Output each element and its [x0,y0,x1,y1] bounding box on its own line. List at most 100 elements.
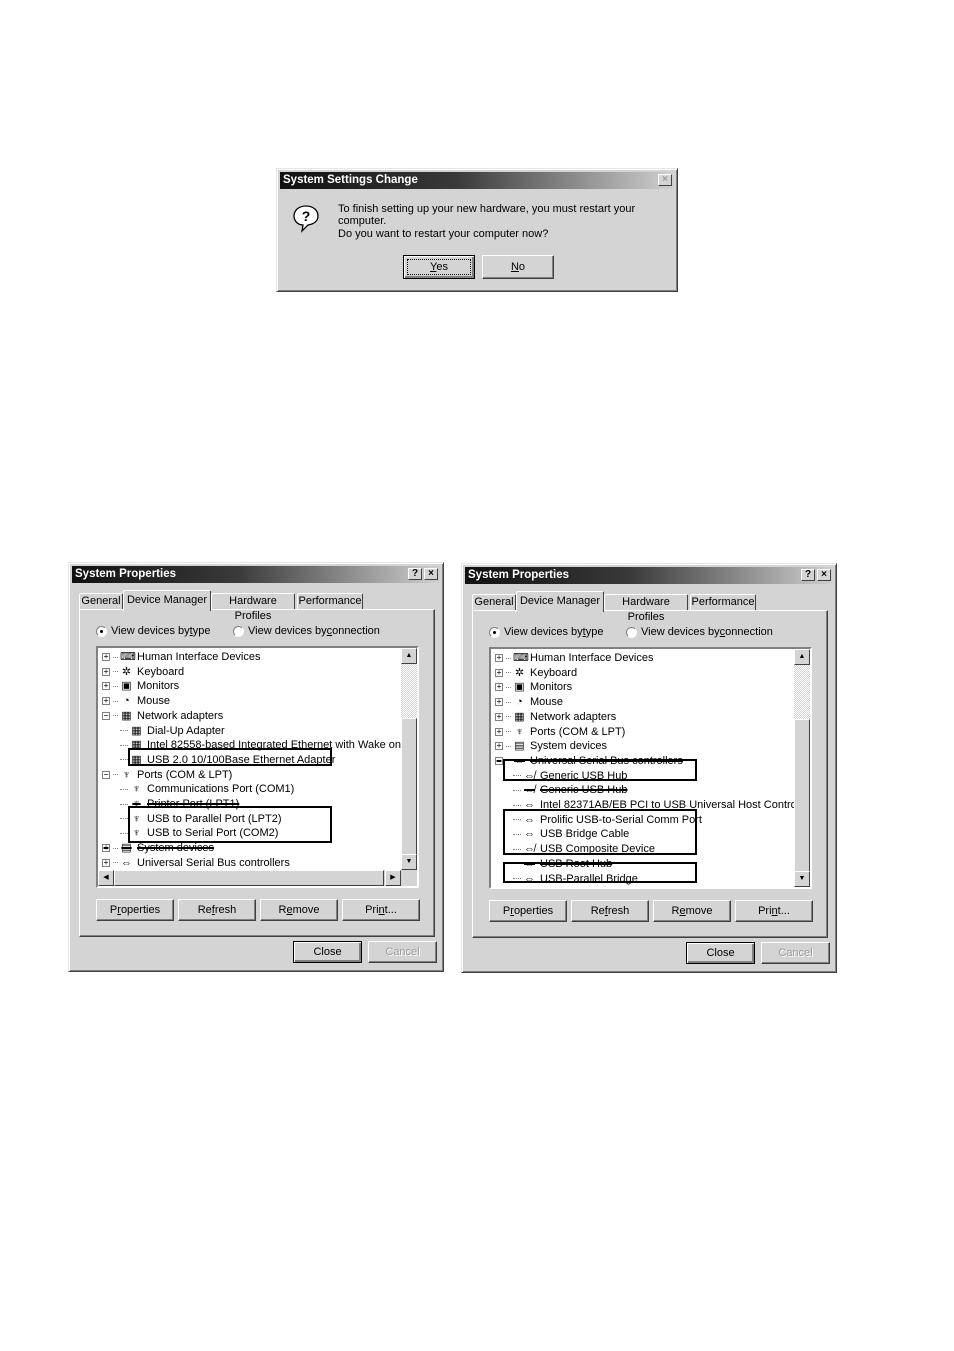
tree-item[interactable]: ▦ Intel 82558-based Integrated Ethernet w… [120,738,401,752]
tree-item[interactable]: ♆ Communications Port (COM1) [120,782,294,796]
tree-item[interactable]: + ◔ Mouse [495,695,563,709]
tree-item[interactable]: ♆ USB to Serial Port (COM2) [120,826,278,840]
refresh-button[interactable]: Refresh [571,900,649,922]
tab-performance[interactable]: Performance [690,594,756,610]
vertical-scrollbar[interactable]: ▲ ▼ [401,648,417,870]
close-icon[interactable]: × [658,174,672,186]
tree-item[interactable]: − ♆ Ports (COM & LPT) [102,768,232,782]
tree-item[interactable]: + ⌨ Human Interface Devices [495,651,654,665]
print-button[interactable]: Print... [735,900,813,922]
no-button[interactable]: No [482,255,554,279]
cancel-button[interactable]: Cancel [368,941,437,963]
button-label-rest: move [685,905,713,917]
tree-item[interactable]: + ▤ System devices [495,739,607,753]
button-label-rest: move [292,904,320,916]
tree-connector [113,847,118,849]
expand-icon[interactable]: + [102,667,110,676]
scroll-right-arrow-icon[interactable]: ▶ [385,870,401,886]
radio-view-by-type[interactable]: View devices by t ype [96,625,210,637]
collapse-icon[interactable]: − [102,711,110,720]
scroll-thumb[interactable] [794,719,810,873]
close-button[interactable]: Close [293,941,362,963]
horizontal-scrollbar[interactable]: ◀ ▶ [98,870,401,886]
tree-item[interactable]: ⇔ Prolific USB-to-Serial Comm Port [513,813,702,827]
help-icon[interactable]: ? [801,569,815,581]
tab-device-manager[interactable]: Device Manager [123,590,211,611]
tree-item[interactable]: ⇎ Generic USB Hub [513,783,627,797]
tree-item[interactable]: + ♆ Ports (COM & LPT) [495,725,625,739]
tab-hardware-profiles[interactable]: Hardware Profiles [604,594,688,623]
device-tree[interactable]: + ⌨ Human Interface Devices + ✲ Keyboard + ▣ Mon… [96,646,419,888]
tree-item[interactable]: ♆ USB to Parallel Port (LPT2) [120,812,282,826]
tree-item[interactable]: + ✲ Keyboard [495,666,577,680]
print-button[interactable]: Print... [342,899,420,921]
vertical-scrollbar[interactable]: ▲ ▼ [794,649,810,887]
refresh-button[interactable]: Refresh [178,899,256,921]
properties-button[interactable]: Properties [96,899,174,921]
scroll-thumb-horizontal[interactable] [114,870,384,886]
tree-item[interactable]: ⇔ USB-Parallel Bridge [513,872,638,886]
radio-button[interactable] [233,625,244,637]
cancel-button[interactable]: Cancel [761,942,830,964]
scroll-left-arrow-icon[interactable]: ◀ [98,870,114,886]
expand-icon[interactable]: + [495,683,503,692]
tree-item[interactable]: + ◔ Mouse [102,694,170,708]
remove-button[interactable]: Remove [260,899,338,921]
tree-item[interactable]: + ✲ Keyboard [102,665,184,679]
collapse-icon[interactable]: − [102,770,110,779]
radio-button[interactable] [626,626,637,638]
tree-item[interactable]: − ⇔ Universal Serial Bus controllers [495,754,683,768]
expand-icon[interactable]: + [495,698,503,707]
device-tree[interactable]: + ⌨ Human Interface Devices + ✲ Keyboard + ▣ Mon… [489,647,812,889]
tree-item[interactable]: + ⌨ Human Interface Devices [102,650,261,664]
expand-icon[interactable]: + [495,654,503,662]
tree-item[interactable]: ▦ USB 2.0 10/100Base Ethernet Adapter [120,753,335,767]
expand-icon[interactable]: + [102,682,110,691]
expand-icon[interactable]: + [102,653,110,661]
tree-item[interactable]: ⇔ Intel 82371AB/EB PCI to USB Universal H… [513,798,794,812]
help-icon[interactable]: ? [408,568,422,580]
scroll-up-arrow-icon[interactable]: ▲ [794,649,810,665]
tree-item[interactable]: + ▤ System devices [102,841,214,855]
tree-item[interactable]: ▦ Dial-Up Adapter [120,724,225,738]
properties-button[interactable]: Properties [489,900,567,922]
tree-item[interactable]: ⇔ USB Root Hub [513,857,612,871]
scroll-thumb[interactable] [401,718,417,866]
close-icon[interactable]: × [817,569,831,581]
tab-general[interactable]: General [79,593,123,609]
radio-button[interactable] [96,625,107,637]
collapse-icon[interactable]: − [495,756,503,765]
expand-icon[interactable]: + [495,712,503,721]
tree-item[interactable]: + ▣ Monitors [102,679,179,693]
expand-icon[interactable]: + [102,697,110,706]
close-icon[interactable]: × [424,568,438,580]
tree-item[interactable]: ⇎ USB Composite Device [513,842,655,856]
yes-button[interactable]: Yes [403,255,475,279]
tab-general[interactable]: General [472,594,516,610]
tree-item[interactable]: ♆ Printer Port (LPT1) [120,797,239,811]
scroll-down-arrow-icon[interactable]: ▼ [794,871,810,887]
tree-item[interactable]: + ▦ Network adapters [495,710,616,724]
tree-item[interactable]: ⇔ USB Bridge Cable [513,827,629,841]
tree-item[interactable]: − ▦ Network adapters [102,709,223,723]
radio-view-by-connection[interactable]: View devices by c onnection [626,626,773,638]
scroll-up-arrow-icon[interactable]: ▲ [401,648,417,664]
expand-icon[interactable]: + [495,742,503,751]
expand-icon[interactable]: + [102,858,110,867]
tab-hardware-profiles[interactable]: Hardware Profiles [211,593,295,622]
tab-device-manager[interactable]: Device Manager [516,591,604,612]
radio-view-by-connection[interactable]: View devices by c onnection [233,625,380,637]
tree-item[interactable]: + ▣ Monitors [495,680,572,694]
scroll-down-arrow-icon[interactable]: ▼ [401,854,417,870]
radio-view-by-type[interactable]: View devices by t ype [489,626,603,638]
remove-button[interactable]: Remove [653,900,731,922]
expand-icon[interactable]: + [495,668,503,677]
expand-icon[interactable]: + [102,844,110,853]
network-adapter-icon: ▦ [131,739,142,752]
radio-button[interactable] [489,626,500,638]
tree-item[interactable]: + ⇔ Universal Serial Bus controllers [102,856,290,870]
expand-icon[interactable]: + [495,727,503,736]
tree-item[interactable]: ⇎ Generic USB Hub [513,769,627,783]
tab-performance[interactable]: Performance [297,593,363,609]
close-button[interactable]: Close [686,942,755,964]
